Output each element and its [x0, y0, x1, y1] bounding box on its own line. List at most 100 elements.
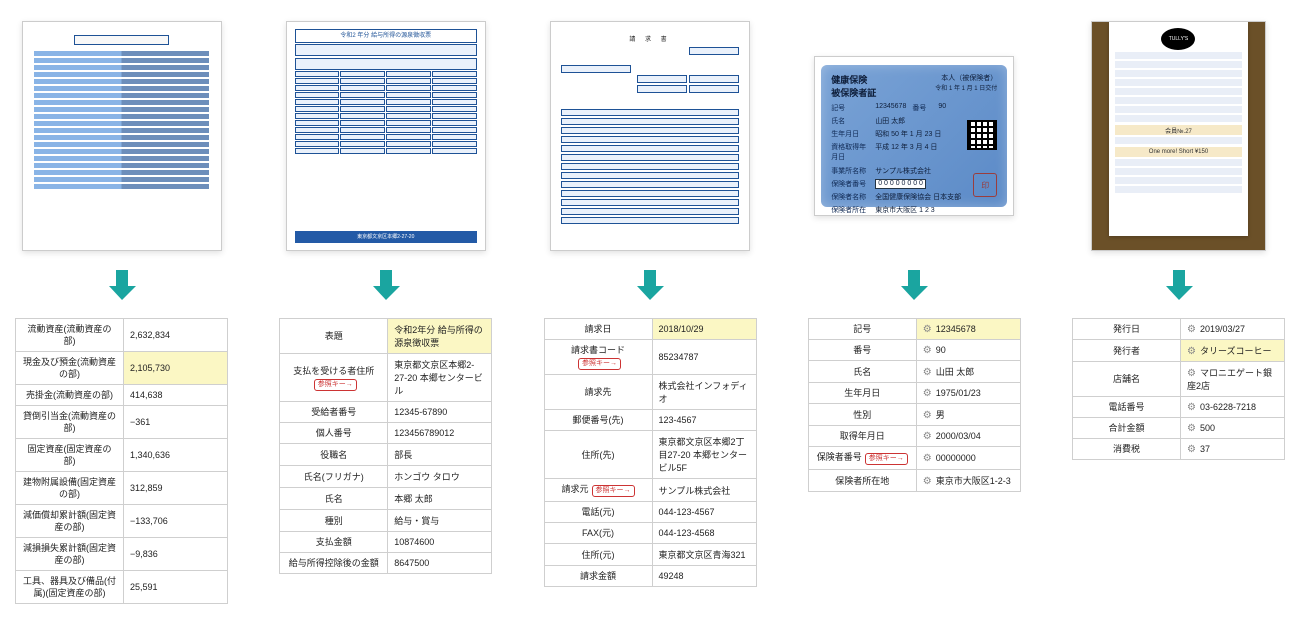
card-kigou-value: 12345678	[875, 103, 906, 113]
row-label: 電話番号	[1073, 397, 1181, 418]
row-label: 支払を受ける者住所参照キー→	[280, 354, 388, 402]
card-biz-value: サンプル株式会社	[875, 166, 931, 176]
table-row: 売掛金(流動資産の部)414,638	[16, 385, 228, 406]
card-insaddr-label: 保険者所在地	[831, 205, 869, 216]
gear-icon[interactable]: ⚙	[1187, 402, 1196, 413]
card-acq-label: 資格取得年月日	[831, 142, 869, 162]
row-value: 044-123-4567	[652, 502, 756, 523]
row-value: −133,706	[124, 505, 228, 538]
row-label: 給与所得控除後の金額	[280, 553, 388, 574]
gear-icon[interactable]: ⚙	[923, 388, 932, 399]
row-value: 044-123-4568	[652, 523, 756, 544]
row-value: ⚙90	[916, 340, 1020, 361]
row-value: 東京都文京区青海321	[652, 544, 756, 566]
gensen-thumb-footer: 東京都文京区本郷2-27-20	[295, 231, 477, 243]
table-row: 住所(先)東京都文京区本郷2丁目27-20 本郷センタービル5F	[544, 431, 756, 479]
card-bangou-label: 番号	[912, 103, 932, 113]
table-row: 氏名本郷 太郎	[280, 488, 492, 510]
row-label: 表題	[280, 319, 388, 354]
row-label: 減価償却累計額(固定資産の部)	[16, 505, 124, 538]
row-value: 給与・賞与	[388, 510, 492, 532]
gear-icon[interactable]: ⚙	[923, 345, 932, 356]
gear-icon[interactable]: ⚙	[923, 431, 932, 442]
balance-sheet-output-table: 流動資産(流動資産の部)2,632,834現金及び預金(流動資産の部)2,105…	[15, 318, 228, 604]
row-label: 請求金額	[544, 566, 652, 587]
row-label: 氏名	[280, 488, 388, 510]
reference-key-pill: 参照キー→	[578, 358, 621, 370]
gear-icon[interactable]: ⚙	[923, 324, 932, 335]
card-name-value: 山田 太郎	[875, 116, 905, 126]
card-kigou-label: 記号	[831, 103, 869, 113]
gear-icon[interactable]: ⚙	[1187, 423, 1196, 434]
gear-icon[interactable]: ⚙	[1187, 324, 1196, 335]
row-value: 49248	[652, 566, 756, 587]
table-row: 発行日⚙2019/03/27	[1073, 319, 1285, 340]
row-label: 保険者所在地	[808, 470, 916, 492]
insurance-output-table: 記号⚙12345678番号⚙90氏名⚙山田 太郎生年月日⚙1975/01/23性…	[808, 318, 1021, 492]
table-row: 郵便番号(先)123-4567	[544, 410, 756, 431]
table-row: 流動資産(流動資産の部)2,632,834	[16, 319, 228, 352]
gear-icon[interactable]: ⚙	[923, 367, 932, 378]
card-holder-role: 本人（被保険者）	[935, 73, 997, 83]
row-value: 本郷 太郎	[388, 488, 492, 510]
row-label: 個人番号	[280, 423, 388, 444]
gear-icon[interactable]: ⚙	[923, 476, 932, 487]
table-row: 役職名部長	[280, 444, 492, 466]
row-value: ⚙1975/01/23	[916, 383, 1020, 404]
row-label: 電話(元)	[544, 502, 652, 523]
receipt-thumbnail: TULLY'S 会員№.27 One more! Short ¥150	[1091, 21, 1266, 251]
card-insname-value: 全国健康保険協会 日本支部	[875, 192, 961, 202]
card-title-1: 健康保険	[831, 73, 876, 86]
table-row: 氏名(フリガナ)ホンゴウ タロウ	[280, 466, 492, 488]
gensen-output-table: 表題令和2年分 給与所得の源泉徴収票支払を受ける者住所参照キー→東京都文京区本郷…	[279, 318, 492, 574]
gensen-thumbnail: 令和2 年分 給与所得の源泉徴収票	[286, 21, 486, 251]
row-value: 85234787	[652, 340, 756, 375]
row-value: 東京都文京区本郷2丁目27-20 本郷センタービル5F	[652, 431, 756, 479]
qr-code-icon	[967, 120, 997, 150]
card-insaddr-value: 東京市大阪区 1 2 3	[875, 205, 935, 216]
table-row: 保険者所在地⚙東京市大阪区1-2-3	[808, 470, 1020, 492]
card-dob-value: 昭和 50 年 1 月 23 日	[875, 129, 941, 139]
table-row: 請求先株式会社インフォディオ	[544, 375, 756, 410]
row-value: −361	[124, 406, 228, 439]
gear-icon[interactable]: ⚙	[923, 410, 932, 421]
row-label: 種別	[280, 510, 388, 532]
reference-key-pill: 参照キー→	[865, 453, 908, 465]
insurance-card-thumbnail: 健康保険 被保険者証 本人（被保険者） 令和 1 年 1 月 1 日交付 記号 …	[814, 56, 1014, 216]
row-value: ⚙男	[916, 404, 1020, 426]
row-label: 生年月日	[808, 383, 916, 404]
row-value: ⚙2000/03/04	[916, 426, 1020, 447]
row-label: 役職名	[280, 444, 388, 466]
row-value: ⚙500	[1181, 418, 1285, 439]
row-value: ⚙マロニエゲート銀座2店	[1181, 362, 1285, 397]
arrow-icon	[631, 266, 669, 304]
row-label: FAX(元)	[544, 523, 652, 544]
row-label: 流動資産(流動資産の部)	[16, 319, 124, 352]
row-label: 保険者番号参照キー→	[808, 447, 916, 470]
arrow-icon	[1160, 266, 1198, 304]
row-value: ⚙03-6228-7218	[1181, 397, 1285, 418]
invoice-thumbnail: 請 求 書	[550, 21, 750, 251]
row-label: 氏名	[808, 361, 916, 383]
table-row: 店舗名⚙マロニエゲート銀座2店	[1073, 362, 1285, 397]
examples-row: 流動資産(流動資産の部)2,632,834現金及び預金(流動資産の部)2,105…	[15, 20, 1285, 604]
invoice-output-table: 請求日2018/10/29請求書コード参照キー→85234787請求先株式会社イ…	[544, 318, 757, 587]
row-value: 414,638	[124, 385, 228, 406]
receipt-banner-2: One more! Short ¥150	[1115, 147, 1241, 157]
gear-icon[interactable]: ⚙	[923, 453, 932, 464]
row-value: 2,105,730	[124, 352, 228, 385]
row-value: ホンゴウ タロウ	[388, 466, 492, 488]
gear-icon[interactable]: ⚙	[1187, 444, 1196, 455]
table-row: 給与所得控除後の金額8647500	[280, 553, 492, 574]
card-insno-value: 0 0 0 0 0 0 0 0	[875, 179, 926, 189]
row-value: 10874600	[388, 532, 492, 553]
row-label: 工具、器具及び備品(付属)(固定資産の部)	[16, 571, 124, 604]
receipt-output-table: 発行日⚙2019/03/27発行者⚙タリーズコーヒー店舗名⚙マロニエゲート銀座2…	[1072, 318, 1285, 460]
card-biz-label: 事業所名称	[831, 166, 869, 176]
gear-icon[interactable]: ⚙	[1187, 346, 1196, 357]
table-row: 建物附属設備(固定資産の部)312,859	[16, 472, 228, 505]
table-row: 固定資産(固定資産の部)1,340,636	[16, 439, 228, 472]
card-dob-label: 生年月日	[831, 129, 869, 139]
gear-icon[interactable]: ⚙	[1187, 368, 1196, 379]
row-label: 請求元参照キー→	[544, 479, 652, 502]
